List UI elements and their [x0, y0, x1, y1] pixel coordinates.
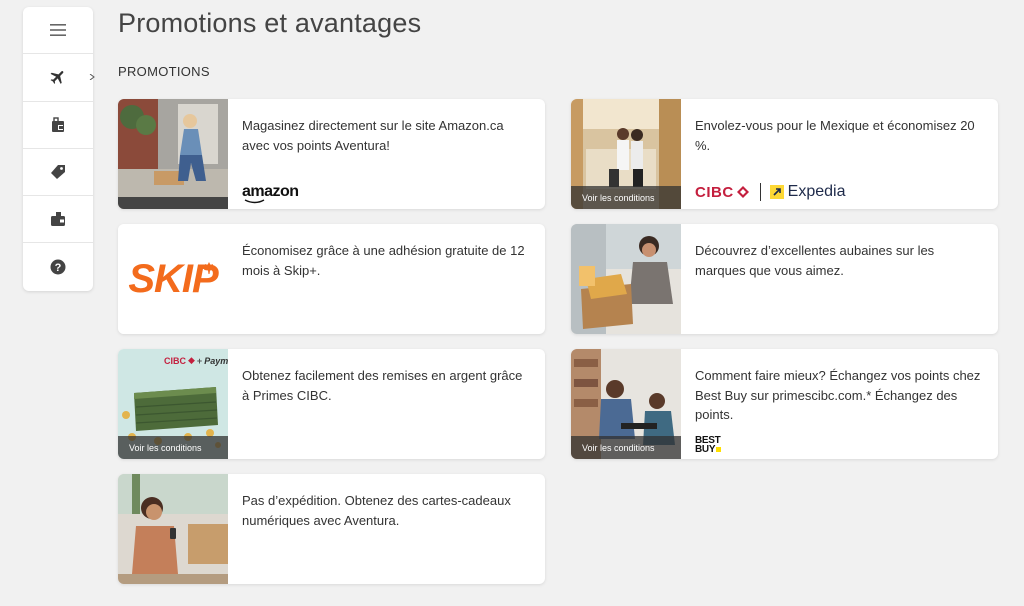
promo-image-bestbuy: Voir les conditions: [571, 349, 681, 459]
promo-card-amazon[interactable]: Magasinez directement sur le site Amazon…: [118, 99, 545, 209]
tag-icon: [51, 165, 65, 180]
plane-icon: [50, 71, 64, 85]
promo-text: Comment faire mieux? Échangez vos points…: [695, 368, 981, 422]
promo-image-deals: [571, 224, 681, 334]
promo-card-deals[interactable]: Découvrez d’excellentes aubaines sur les…: [571, 224, 998, 334]
section-label: PROMOTIONS: [118, 64, 210, 79]
promo-text: Magasinez directement sur le site Amazon…: [242, 118, 504, 153]
promo-image-gift-cards: [118, 474, 228, 584]
promo-card-cibc-rewards[interactable]: CIBC ◆ + Paymi Voir les conditions Obten…: [118, 349, 545, 459]
cibc-expedia-logo: CIBC Expedia: [695, 183, 846, 201]
promo-text: Obtenez facilement des remises en argent…: [242, 368, 523, 403]
promo-card-bestbuy[interactable]: Voir les conditions Comment faire mieux?…: [571, 349, 998, 459]
conditions-link[interactable]: Voir les conditions: [571, 436, 681, 459]
promo-card-gift-cards[interactable]: Pas d’expédition. Obtenez des cartes-cad…: [118, 474, 545, 584]
promo-card-skip[interactable]: SKIP Économisez grâce à une adhésion gra…: [118, 224, 545, 334]
promo-text: Découvrez d’excellentes aubaines sur les…: [695, 243, 935, 278]
shopping-nav-item[interactable]: [23, 102, 93, 149]
offers-nav-item[interactable]: [23, 149, 93, 197]
sidebar-nav: ?: [23, 7, 95, 291]
wallet-nav-item[interactable]: [23, 196, 93, 244]
promo-image-amazon: [118, 99, 228, 209]
promo-text: Économisez grâce à une adhésion gratuite…: [242, 243, 525, 278]
chevron-right-icon: [89, 74, 95, 81]
travel-nav-item[interactable]: [23, 54, 95, 102]
promo-image-cibc-rewards: CIBC ◆ + Paymi Voir les conditions: [118, 349, 228, 459]
skip-logo: SKIP: [118, 224, 228, 334]
bestbuy-logo: BEST BUY: [695, 435, 722, 455]
menu-button[interactable]: [23, 7, 93, 55]
help-nav-item[interactable]: ?: [23, 243, 93, 290]
promo-image-expedia: Voir les conditions: [571, 99, 681, 209]
conditions-link[interactable]: Voir les conditions: [571, 186, 681, 209]
wallet-icon: [51, 212, 65, 227]
svg-text:?: ?: [55, 262, 62, 274]
cibc-paymi-logo: CIBC ◆ + Paymi: [164, 355, 228, 366]
conditions-link[interactable]: Voir les conditions: [118, 436, 228, 459]
expedia-logo-text: Expedia: [787, 183, 846, 200]
expedia-arrow-icon: [769, 185, 784, 199]
shopping-bag-icon: [52, 117, 64, 132]
page-title: Promotions et avantages: [118, 8, 422, 38]
promo-text: Pas d’expédition. Obtenez des cartes-cad…: [242, 493, 511, 528]
menu-icon: [50, 24, 66, 37]
cibc-logo-text: CIBC: [695, 183, 734, 201]
maple-leaf-icon: [203, 262, 215, 274]
cibc-diamond-icon: [736, 186, 749, 198]
help-icon: ?: [50, 259, 66, 275]
amazon-logo: amazon: [242, 183, 299, 204]
promo-text: Envolez-vous pour le Mexique et économis…: [695, 118, 975, 153]
promo-card-expedia[interactable]: Voir les conditions Envolez-vous pour le…: [571, 99, 998, 209]
